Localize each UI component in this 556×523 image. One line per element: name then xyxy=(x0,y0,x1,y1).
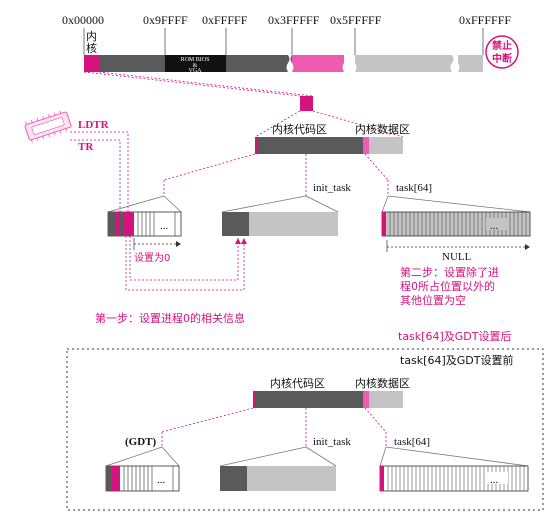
tr-label: TR xyxy=(78,141,94,153)
step2-line-1: 第二步：设置除了进 xyxy=(400,265,499,279)
diagram-canvas: 0x00000 0x9FFFF 0xFFFFF 0x3FFFFF 0x5FFFF… xyxy=(0,0,556,523)
step1-label: 第一步：设置进程0的相关信息 xyxy=(95,311,245,325)
before-gdt-label: (GDT) xyxy=(125,436,157,448)
low-memory-segment xyxy=(99,55,165,72)
before-task-array-label: task[64] xyxy=(394,436,430,448)
address-ticks xyxy=(83,28,484,55)
after-kernel-data-block xyxy=(367,137,403,154)
after-kernel-code-marker xyxy=(255,137,258,154)
addr-0xfffff: 0xFFFFF xyxy=(202,13,248,27)
addr-0x9ffff: 0x9FFFF xyxy=(143,13,188,27)
after-task-array-block: ... xyxy=(381,211,531,237)
before-kernel-data-marker xyxy=(363,391,369,408)
addr-0xffffff: 0xFFFFFF xyxy=(459,13,511,27)
after-kernel-bar: 内核代码区 内核数据区 xyxy=(255,122,410,154)
before-gdt-block: ... xyxy=(105,465,180,492)
before-kernel-data-block xyxy=(367,391,403,408)
after-task-ellipsis: ... xyxy=(490,220,499,232)
after-gdt-block: ... xyxy=(107,211,182,237)
kernel-label-1: 内 xyxy=(86,29,97,43)
after-kernel-code-label: 内核代码区 xyxy=(272,122,327,136)
zoom-line-right xyxy=(98,71,314,97)
set-zero-arrow xyxy=(133,238,181,250)
before-init-task-label: init_task xyxy=(313,436,351,448)
before-expansion-lines xyxy=(161,407,387,447)
zoom-line-left xyxy=(83,71,301,97)
memory-map: 0x00000 0x9FFFF 0xFFFFF 0x3FFFFF 0x5FFFF… xyxy=(62,13,519,138)
before-kernel-data-label: 内核数据区 xyxy=(355,376,410,390)
before-kernel-code-marker xyxy=(253,391,256,408)
badge-line-1: 禁止 xyxy=(491,39,512,52)
break-mark-2 xyxy=(342,55,357,72)
before-caption: task[64]及GDT设置前 xyxy=(400,353,513,367)
addr-0x5fffff: 0x5FFFFF xyxy=(330,13,382,27)
before-bracket-lines xyxy=(105,446,529,467)
after-kernel-data-label: 内核数据区 xyxy=(355,122,410,136)
after-bracket-lines xyxy=(107,195,531,213)
kernel-segment xyxy=(84,55,99,72)
addr-0x3fffff: 0x3FFFFF xyxy=(268,13,320,27)
after-kernel-data-marker xyxy=(363,137,369,154)
ramdisk-segment xyxy=(292,55,344,72)
before-task-ellipsis: ... xyxy=(490,474,499,486)
kernel-label-2: 核 xyxy=(86,41,97,55)
after-task-array-label: task[64] xyxy=(396,182,432,194)
before-kernel-bar: 内核代码区 内核数据区 xyxy=(253,376,410,408)
after-kernel-code-block xyxy=(255,137,367,154)
ldtr-label: LDTR xyxy=(78,119,110,131)
before-task-array-block: ... xyxy=(379,465,529,492)
after-caption: task[64]及GDT设置后 xyxy=(398,330,511,343)
cpu-chip-icon xyxy=(24,110,72,143)
kernel-zoom-square xyxy=(300,96,313,111)
rom-vga-label: VGA xyxy=(189,68,203,74)
after-gdt-ellipsis: ... xyxy=(160,220,169,232)
interrupt-disabled-badge: 禁止 中断 xyxy=(485,35,519,69)
addr-0x00000: 0x00000 xyxy=(62,13,104,27)
after-init-task-block xyxy=(222,212,338,236)
after-init-task-label: init_task xyxy=(313,182,351,194)
set-zero-label: 设置为0 xyxy=(134,252,170,264)
before-init-task-block xyxy=(220,466,336,491)
before-kernel-code-block xyxy=(253,391,367,408)
badge-line-2: 中断 xyxy=(492,52,512,65)
after-expansion-lines xyxy=(163,153,389,196)
main-memory-segment xyxy=(355,55,455,72)
null-label: NULL xyxy=(442,251,472,263)
step2-line-2: 程0所占位置以外的 xyxy=(400,279,495,293)
gdt-task-diagram: 0x00000 0x9FFFF 0xFFFFF 0x3FFFFF 0x5FFFF… xyxy=(24,13,544,511)
step2-line-3: 其他位置为空 xyxy=(400,293,466,307)
before-kernel-code-label: 内核代码区 xyxy=(270,376,325,390)
main-memory-tail xyxy=(458,55,483,72)
before-gdt-ellipsis: ... xyxy=(157,474,166,486)
